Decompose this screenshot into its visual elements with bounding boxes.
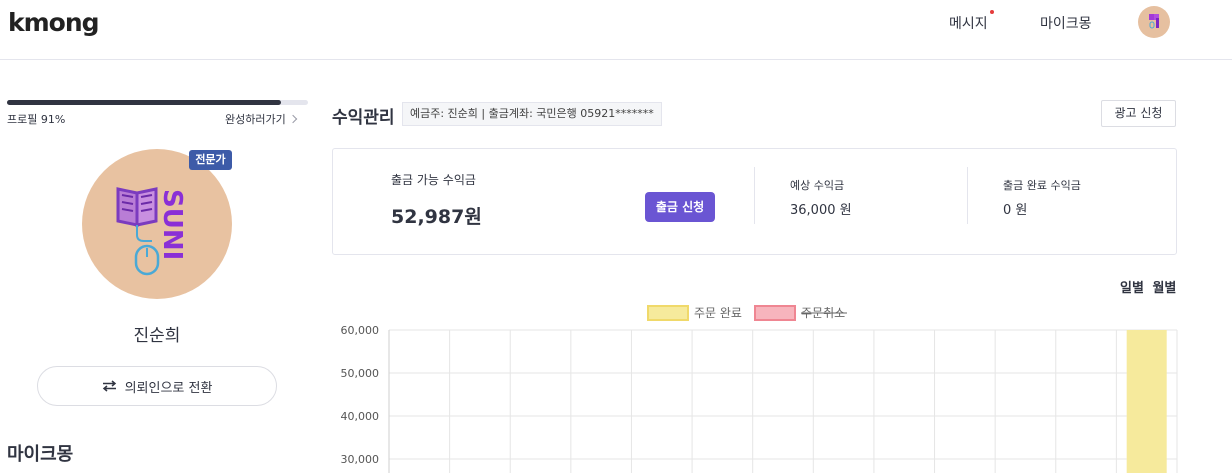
- period-daily[interactable]: 일별: [1120, 281, 1144, 296]
- account-info: 예금주: 진순희 | 출금계좌: 국민은행 05921*******: [402, 102, 662, 126]
- expert-badge: 전문가: [189, 150, 232, 170]
- completed-amount: 0 원: [1003, 203, 1028, 218]
- legend-swatch: [647, 305, 689, 321]
- period-monthly[interactable]: 월별: [1152, 281, 1176, 296]
- suni-logo-icon: SUNI: [116, 187, 187, 276]
- nav-mykmong[interactable]: 마이크몽: [1040, 13, 1092, 33]
- unread-dot-icon: [990, 10, 994, 14]
- top-header: kmong 메시지 마이크몽: [0, 0, 1232, 60]
- legend-label: 주문 완료: [694, 306, 742, 320]
- avatar-icon: [1149, 14, 1159, 29]
- ad-apply-button[interactable]: 광고 신청: [1101, 100, 1176, 127]
- y-tick-label: 60,000: [341, 324, 380, 337]
- profile-progress-bar: [7, 100, 308, 105]
- withdrawable-label: 출금 가능 수익금: [391, 173, 476, 187]
- mykmong-section-heading: 마이크몽: [7, 444, 74, 465]
- complete-profile-label: 완성하러가기: [225, 113, 286, 126]
- chevron-right-icon: [288, 114, 297, 124]
- y-tick-label: 50,000: [341, 367, 380, 380]
- period-toggle: 일별 월별: [1120, 277, 1176, 296]
- switch-to-client-button[interactable]: 의뢰인으로 전환: [37, 366, 277, 406]
- user-name: 진순희: [133, 326, 181, 346]
- svg-text:SUNI: SUNI: [157, 189, 187, 260]
- bar-completed: [1126, 330, 1167, 473]
- withdrawable-amount: 52,987원: [391, 206, 482, 228]
- legend-swatch: [754, 305, 796, 321]
- expected-label: 예상 수익금: [790, 179, 845, 192]
- profile-progress-label: 프로필 91%: [7, 113, 66, 126]
- revenue-summary: 출금 가능 수익금 52,987원 출금 신청 예상 수익금 36,000 원 …: [332, 148, 1177, 255]
- revenue-title: 수익관리: [332, 108, 395, 128]
- withdraw-button[interactable]: 출금 신청: [645, 192, 715, 222]
- profile-avatar: SUNI: [82, 149, 232, 299]
- y-tick-label: 40,000: [341, 410, 380, 423]
- revenue-chart: 주문 완료 주문취소60,00050,00040,00030,000: [341, 305, 1178, 473]
- summary-divider: [754, 167, 755, 224]
- profile-progress-fill: [7, 100, 281, 105]
- kmong-logo[interactable]: kmong: [8, 8, 100, 37]
- nav-messages[interactable]: 메시지: [949, 13, 988, 33]
- swap-arrows-icon: [102, 380, 116, 392]
- y-tick-label: 30,000: [341, 453, 380, 466]
- user-avatar[interactable]: [1138, 6, 1170, 38]
- switch-button-label: 의뢰인으로 전환: [124, 380, 213, 396]
- complete-profile-link[interactable]: 완성하러가기: [225, 111, 297, 127]
- completed-label: 출금 완료 수익금: [1003, 179, 1081, 192]
- summary-divider: [967, 167, 968, 224]
- expected-amount: 36,000 원: [790, 203, 852, 218]
